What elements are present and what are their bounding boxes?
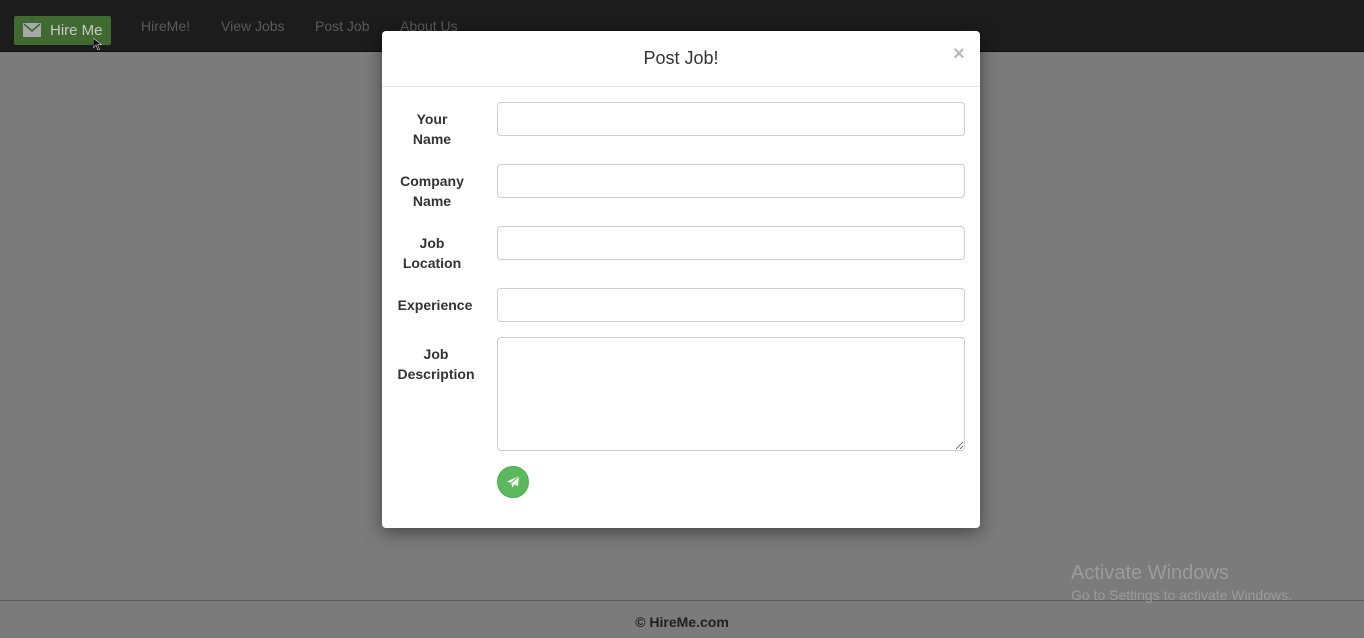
nav-link-post-job[interactable]: Post Job bbox=[315, 18, 369, 34]
submit-button[interactable] bbox=[497, 466, 529, 498]
job-location-label: Job Location bbox=[382, 233, 482, 273]
job-description-label-line1: Job bbox=[423, 346, 449, 362]
post-job-modal: Post Job! × Your Name Company Name Job L… bbox=[382, 31, 980, 528]
job-location-label-line1: Job bbox=[419, 235, 445, 251]
activate-windows-hint: Go to Settings to activate Windows. bbox=[1071, 587, 1292, 603]
envelope-icon bbox=[23, 23, 41, 37]
job-description-label: Job Description bbox=[386, 344, 486, 384]
company-name-label: Company Name bbox=[382, 171, 482, 211]
your-name-input[interactable] bbox=[497, 102, 965, 136]
company-name-label-line1: Company bbox=[400, 173, 464, 189]
footer-copyright: © HireMe.com bbox=[635, 614, 729, 630]
job-description-label-line2: Description bbox=[397, 366, 475, 382]
experience-input[interactable] bbox=[497, 288, 965, 322]
company-name-input[interactable] bbox=[497, 164, 965, 198]
send-icon bbox=[507, 475, 520, 488]
your-name-label-line2: Name bbox=[412, 131, 452, 147]
activate-windows-title: Activate Windows bbox=[1071, 562, 1229, 584]
job-location-label-line2: Location bbox=[402, 255, 462, 271]
job-description-textarea[interactable] bbox=[497, 337, 965, 451]
nav-link-hireme[interactable]: HireMe! bbox=[141, 18, 190, 34]
modal-header: Post Job! × bbox=[382, 31, 980, 87]
footer: © HireMe.com bbox=[0, 600, 1364, 638]
experience-label-line1: Experience bbox=[397, 297, 473, 313]
your-name-label: Your Name bbox=[382, 109, 482, 149]
company-name-label-line2: Name bbox=[412, 193, 452, 209]
hire-me-label: Hire Me bbox=[50, 22, 103, 39]
experience-label: Experience bbox=[385, 295, 485, 315]
mouse-cursor-icon bbox=[93, 38, 102, 50]
your-name-label-line1: Your bbox=[416, 111, 448, 127]
job-location-input[interactable] bbox=[497, 226, 965, 260]
modal-title: Post Job! bbox=[643, 48, 719, 68]
nav-link-view-jobs[interactable]: View Jobs bbox=[221, 18, 285, 34]
close-button[interactable]: × bbox=[951, 44, 967, 64]
